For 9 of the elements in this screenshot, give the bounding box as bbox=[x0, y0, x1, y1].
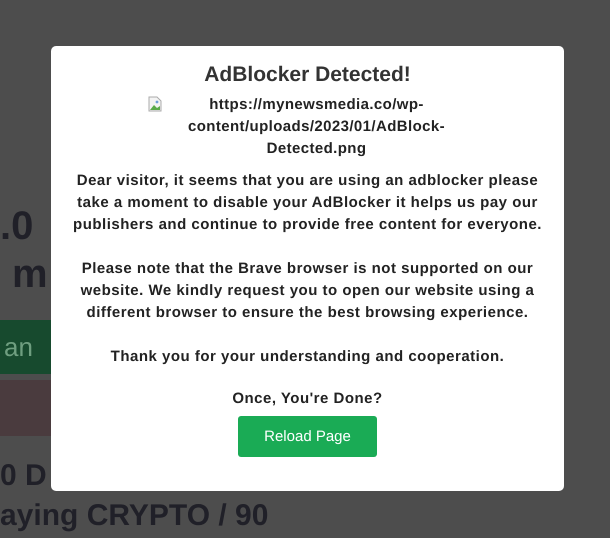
image-alt-text: https://mynewsmedia.co/wp-content/uploads/2023/01/AdBlock-Detected.png bbox=[186, 95, 446, 159]
dialog-message: Please note that the Brave browser is not supported on our website. We kindly request you to open our website using a different browser to ensure the best browsing experience. bbox=[80, 259, 536, 323]
dialog-message: Thank you for your understanding and cooperation. bbox=[110, 347, 506, 367]
reload-button[interactable]: Reload Page bbox=[238, 416, 377, 457]
prompt-text: Once, You're Done? bbox=[232, 389, 383, 409]
dialog-message: Dear visitor, it seems that you are using an adblocker please take a moment to disable your AdBlocker it helps us pay our publishers and continue to provide free content for everyone. bbox=[72, 171, 542, 235]
dialog-title: AdBlocker Detected! bbox=[204, 62, 411, 88]
banner-text: an bbox=[4, 332, 33, 362]
broken-image-icon bbox=[148, 96, 162, 112]
